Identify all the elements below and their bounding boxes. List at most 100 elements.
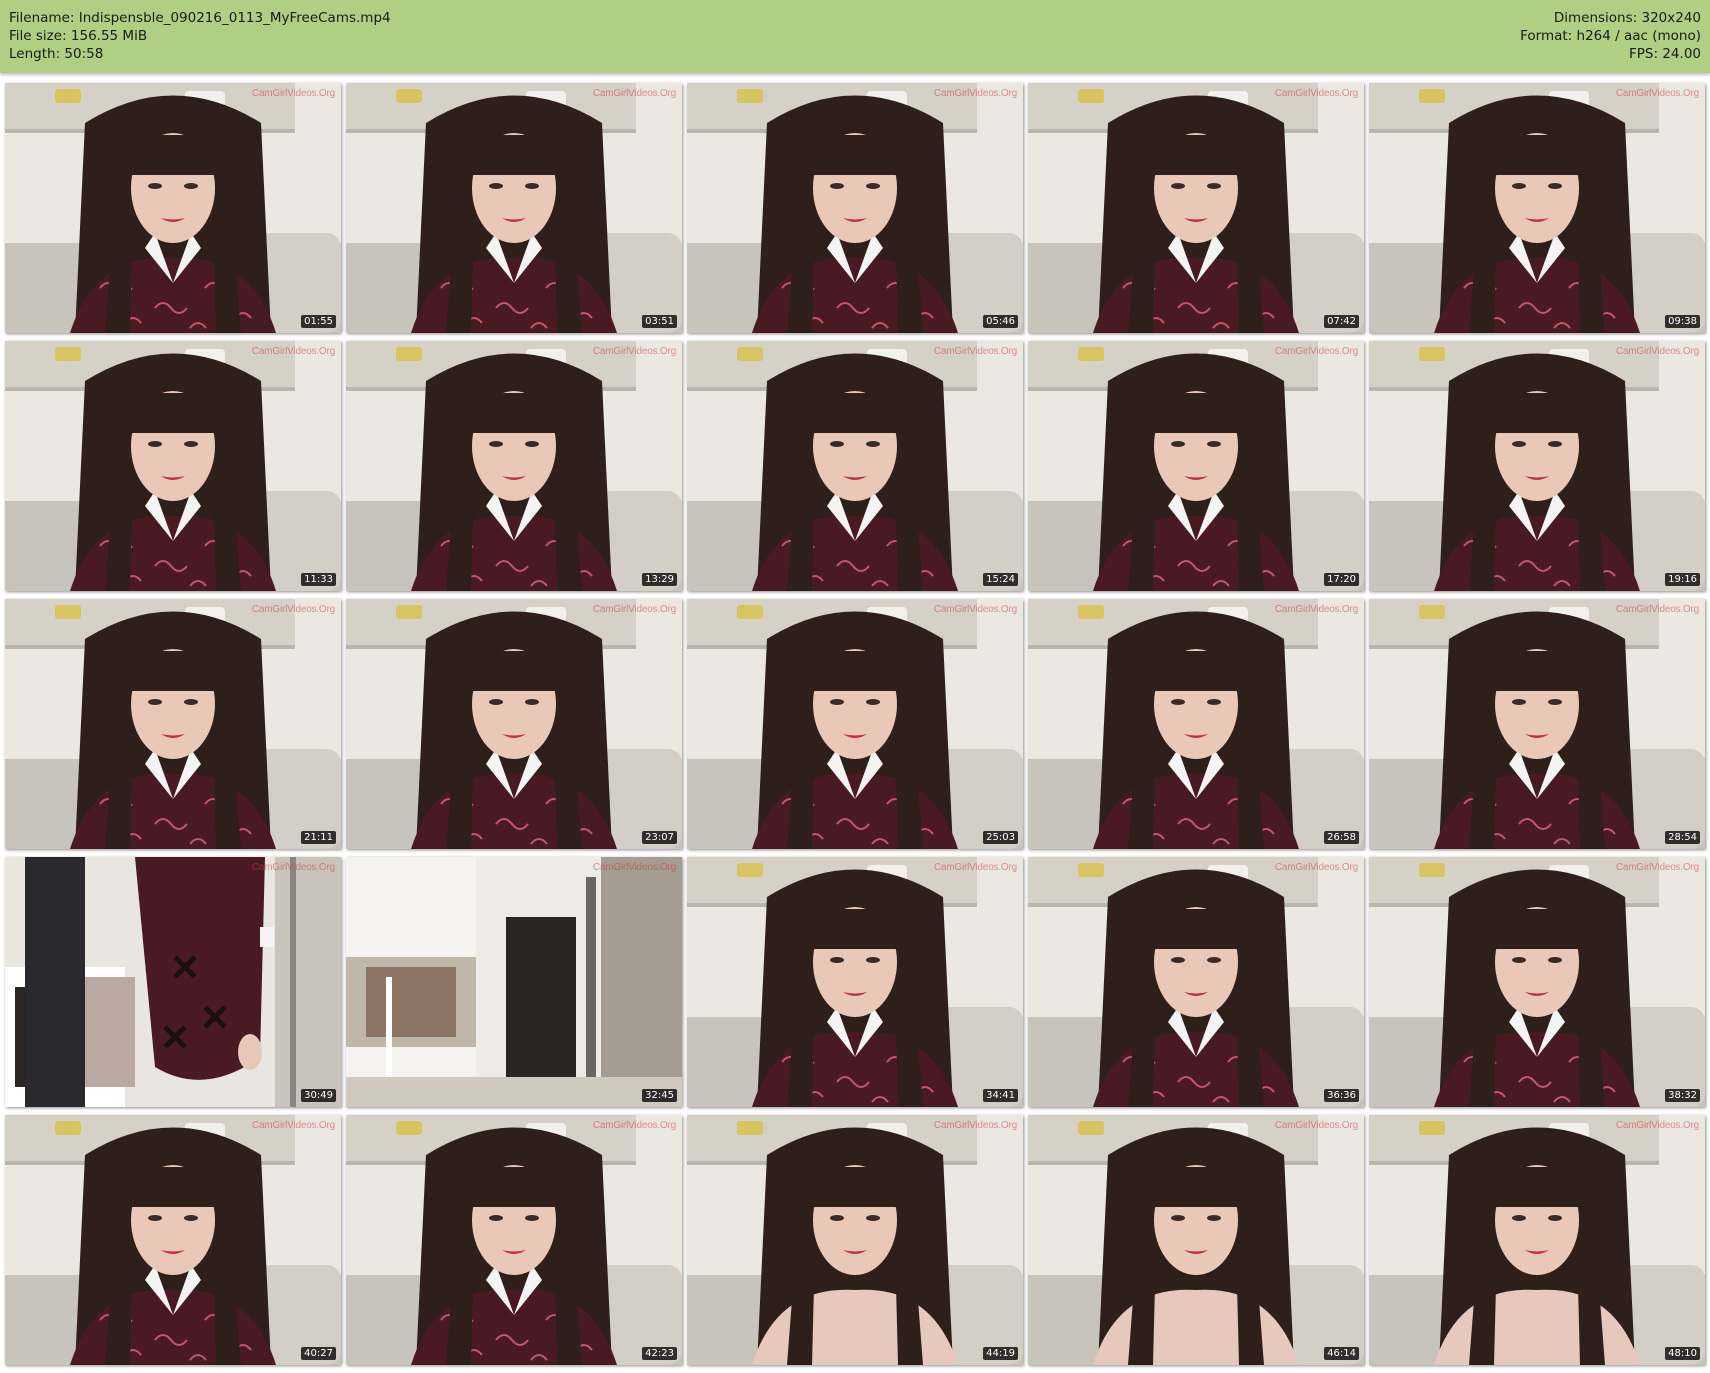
thumbnail-image [346, 341, 682, 591]
timestamp-label: 23:07 [642, 831, 677, 844]
watermark-text: CamGirlVideos.Org [1615, 604, 1699, 615]
timestamp-label: 17:20 [1324, 573, 1359, 586]
thumbnail-frame[interactable]: CamGirlVideos.Org 30:49 [5, 857, 341, 1107]
thumbnail-frame[interactable]: CamGirlVideos.Org 36:36 [1028, 857, 1364, 1107]
thumbnail-image [5, 1115, 341, 1365]
thumbnail-image [5, 341, 341, 591]
watermark-text: CamGirlVideos.Org [251, 604, 335, 615]
thumbnail-frame[interactable]: CamGirlVideos.Org 42:23 [346, 1115, 682, 1365]
timestamp-label: 48:10 [1665, 1347, 1700, 1360]
thumbnail-image [1369, 341, 1705, 591]
watermark-text: CamGirlVideos.Org [592, 1120, 676, 1131]
timestamp-label: 44:19 [983, 1347, 1018, 1360]
header-left: Filename: Indispensble_090216_0113_MyFre… [9, 9, 391, 63]
timestamp-label: 38:32 [1665, 1089, 1700, 1102]
watermark-text: CamGirlVideos.Org [251, 346, 335, 357]
format-text: Format: h264 / aac (mono) [1520, 28, 1701, 44]
watermark-text: CamGirlVideos.Org [251, 1120, 335, 1131]
timestamp-label: 40:27 [301, 1347, 336, 1360]
thumbnail-frame[interactable]: CamGirlVideos.Org 34:41 [687, 857, 1023, 1107]
timestamp-label: 19:16 [1665, 573, 1700, 586]
thumbnail-image [1028, 1115, 1364, 1365]
timestamp-label: 28:54 [1665, 831, 1700, 844]
thumbnail-frame[interactable]: CamGirlVideos.Org 05:46 [687, 83, 1023, 333]
thumbnail-image [1369, 1115, 1705, 1365]
thumbnail-image [1369, 857, 1705, 1107]
timestamp-label: 11:33 [301, 573, 336, 586]
dimensions-text: Dimensions: 320x240 [1553, 10, 1701, 26]
thumbnail-image [687, 599, 1023, 849]
watermark-text: CamGirlVideos.Org [251, 88, 335, 99]
thumbnail-image [1369, 83, 1705, 333]
timestamp-label: 46:14 [1324, 1347, 1359, 1360]
thumbnail-frame[interactable]: CamGirlVideos.Org 46:14 [1028, 1115, 1364, 1365]
thumbnail-image [346, 1115, 682, 1365]
thumbnail-frame[interactable]: CamGirlVideos.Org 11:33 [5, 341, 341, 591]
watermark-text: CamGirlVideos.Org [1615, 862, 1699, 873]
thumbnail-image [687, 341, 1023, 591]
thumbnail-image [1369, 599, 1705, 849]
watermark-text: CamGirlVideos.Org [1274, 346, 1358, 357]
thumbnail-frame[interactable]: CamGirlVideos.Org 03:51 [346, 83, 682, 333]
watermark-text: CamGirlVideos.Org [1615, 346, 1699, 357]
timestamp-label: 15:24 [983, 573, 1018, 586]
timestamp-label: 36:36 [1324, 1089, 1359, 1102]
thumbnail-frame[interactable]: CamGirlVideos.Org 44:19 [687, 1115, 1023, 1365]
watermark-text: CamGirlVideos.Org [1274, 88, 1358, 99]
fps-text: FPS: 24.00 [1629, 46, 1701, 62]
watermark-text: CamGirlVideos.Org [1274, 1120, 1358, 1131]
thumbnail-image [687, 857, 1023, 1107]
thumbnail-frame[interactable]: CamGirlVideos.Org 25:03 [687, 599, 1023, 849]
thumbnail-image [1028, 599, 1364, 849]
thumbnail-grid: CamGirlVideos.Org 01:55 CamGirlVideos.Org 0… [5, 83, 1705, 1368]
header-right: Dimensions: 320x240 Format: h264 / aac (… [1520, 9, 1701, 63]
watermark-text: CamGirlVideos.Org [1615, 88, 1699, 99]
thumbnail-frame[interactable]: CamGirlVideos.Org 19:16 [1369, 341, 1705, 591]
thumbnail-frame[interactable]: CamGirlVideos.Org 15:24 [687, 341, 1023, 591]
thumbnail-image [1028, 341, 1364, 591]
thumbnail-image [346, 83, 682, 333]
watermark-text: CamGirlVideos.Org [1615, 1120, 1699, 1131]
watermark-text: CamGirlVideos.Org [592, 346, 676, 357]
thumbnail-frame[interactable]: CamGirlVideos.Org 40:27 [5, 1115, 341, 1365]
watermark-text: CamGirlVideos.Org [592, 862, 676, 873]
info-header: Filename: Indispensble_090216_0113_MyFre… [0, 0, 1710, 73]
watermark-text: CamGirlVideos.Org [251, 862, 335, 873]
thumbnail-frame[interactable]: CamGirlVideos.Org 48:10 [1369, 1115, 1705, 1365]
timestamp-label: 03:51 [642, 315, 677, 328]
thumbnail-image [346, 857, 682, 1107]
timestamp-label: 26:58 [1324, 831, 1359, 844]
timestamp-label: 21:11 [301, 831, 336, 844]
thumbnail-frame[interactable]: CamGirlVideos.Org 26:58 [1028, 599, 1364, 849]
watermark-text: CamGirlVideos.Org [1274, 862, 1358, 873]
timestamp-label: 13:29 [642, 573, 677, 586]
timestamp-label: 32:45 [642, 1089, 677, 1102]
thumbnail-image [687, 83, 1023, 333]
watermark-text: CamGirlVideos.Org [933, 1120, 1017, 1131]
thumbnail-frame[interactable]: CamGirlVideos.Org 32:45 [346, 857, 682, 1107]
thumbnail-frame[interactable]: CamGirlVideos.Org 17:20 [1028, 341, 1364, 591]
thumbnail-frame[interactable]: CamGirlVideos.Org 01:55 [5, 83, 341, 333]
thumbnail-frame[interactable]: CamGirlVideos.Org 07:42 [1028, 83, 1364, 333]
thumbnail-frame[interactable]: CamGirlVideos.Org 38:32 [1369, 857, 1705, 1107]
thumbnail-frame[interactable]: CamGirlVideos.Org 13:29 [346, 341, 682, 591]
timestamp-label: 01:55 [301, 315, 336, 328]
thumbnail-frame[interactable]: CamGirlVideos.Org 21:11 [5, 599, 341, 849]
watermark-text: CamGirlVideos.Org [592, 604, 676, 615]
timestamp-label: 05:46 [983, 315, 1018, 328]
filename-text: Filename: Indispensble_090216_0113_MyFre… [9, 10, 391, 26]
watermark-text: CamGirlVideos.Org [933, 88, 1017, 99]
thumbnail-image [5, 857, 341, 1107]
watermark-text: CamGirlVideos.Org [592, 88, 676, 99]
watermark-text: CamGirlVideos.Org [933, 862, 1017, 873]
file-size-text: File size: 156.55 MiB [9, 28, 148, 44]
timestamp-label: 30:49 [301, 1089, 336, 1102]
thumbnail-frame[interactable]: CamGirlVideos.Org 23:07 [346, 599, 682, 849]
thumbnail-frame[interactable]: CamGirlVideos.Org 28:54 [1369, 599, 1705, 849]
watermark-text: CamGirlVideos.Org [933, 346, 1017, 357]
thumbnail-image [346, 599, 682, 849]
thumbnail-image [5, 83, 341, 333]
thumbnail-frame[interactable]: CamGirlVideos.Org 09:38 [1369, 83, 1705, 333]
length-text: Length: 50:58 [9, 46, 104, 62]
timestamp-label: 34:41 [983, 1089, 1018, 1102]
